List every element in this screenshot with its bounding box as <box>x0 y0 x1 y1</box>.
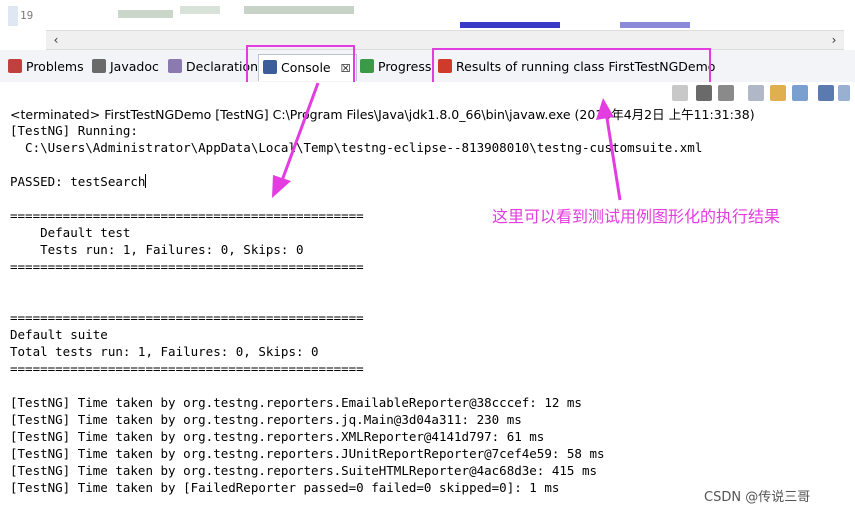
results-arrow-line <box>604 111 622 201</box>
annotation-arrows <box>272 82 622 201</box>
watermark: CSDN @传说三哥 <box>704 490 811 505</box>
console-arrow-line <box>278 82 320 187</box>
console-arrow-head <box>272 175 291 198</box>
annotation-text: 这里可以看到测试用例图形化的执行结果 <box>492 207 781 226</box>
results-arrow-head <box>596 98 614 120</box>
